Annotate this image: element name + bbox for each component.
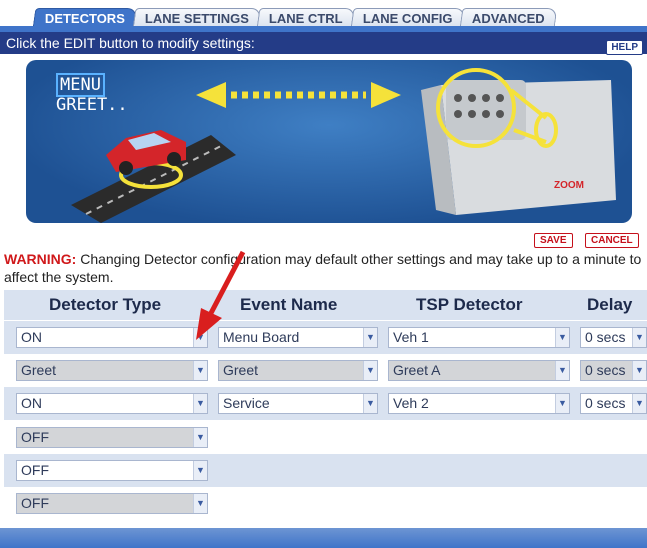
cancel-button[interactable]: CANCEL bbox=[585, 233, 639, 248]
table-row: Greet ▼ Greet ▼ Greet A ▼ 0 secs ▼ bbox=[4, 354, 647, 387]
detector-type-select[interactable]: OFF ▼ bbox=[16, 460, 208, 481]
chevron-down-icon: ▼ bbox=[555, 394, 569, 413]
chevron-down-icon: ▼ bbox=[193, 494, 207, 513]
chevron-down-icon: ▼ bbox=[193, 328, 207, 347]
chevron-down-icon: ▼ bbox=[555, 328, 569, 347]
tsp-detector-select[interactable]: Veh 1 ▼ bbox=[388, 327, 570, 348]
header-detector-type: Detector Type bbox=[49, 295, 162, 314]
header-tsp-detector: TSP Detector bbox=[416, 295, 523, 314]
tab-advanced[interactable]: ADVANCED bbox=[459, 8, 558, 28]
tab-bar: DETECTORS LANE SETTINGS LANE CTRL LANE C… bbox=[32, 6, 558, 28]
table-row: OFF ▼ bbox=[4, 487, 647, 520]
footer-bar bbox=[0, 528, 647, 548]
delay-select[interactable]: 0 secs ▼ bbox=[580, 327, 647, 348]
delay-select[interactable]: 0 secs ▼ bbox=[580, 360, 647, 381]
header-delay: Delay bbox=[587, 295, 633, 314]
tab-detectors[interactable]: DETECTORS bbox=[32, 8, 138, 28]
tab-lane-config[interactable]: LANE CONFIG bbox=[350, 8, 465, 28]
table-row: OFF ▼ bbox=[4, 421, 647, 454]
instruction-text: Click the EDIT button to modify settings… bbox=[0, 32, 647, 54]
menu-display-line1: MENU bbox=[56, 73, 105, 97]
menu-display-line2: GREET.. bbox=[56, 95, 128, 115]
timer-device-icon: ZOOM bbox=[421, 68, 616, 215]
table-row: OFF ▼ bbox=[4, 454, 647, 487]
event-name-select[interactable]: Service ▼ bbox=[218, 393, 378, 414]
chevron-down-icon: ▼ bbox=[632, 394, 646, 413]
detector-type-select[interactable]: OFF ▼ bbox=[16, 493, 208, 514]
tab-lane-settings[interactable]: LANE SETTINGS bbox=[132, 8, 262, 28]
detector-type-select[interactable]: OFF ▼ bbox=[16, 427, 208, 448]
event-name-select[interactable]: Menu Board ▼ bbox=[218, 327, 378, 348]
tsp-detector-select[interactable]: Greet A ▼ bbox=[388, 360, 570, 381]
detectors-page: DETECTORS LANE SETTINGS LANE CTRL LANE C… bbox=[0, 0, 647, 548]
warning-label: WARNING: bbox=[4, 251, 77, 267]
chevron-down-icon: ▼ bbox=[193, 361, 207, 380]
detector-type-select[interactable]: Greet ▼ bbox=[16, 360, 208, 381]
menu-display: MENU GREET.. bbox=[56, 73, 128, 115]
chevron-down-icon: ▼ bbox=[363, 394, 377, 413]
table-row: ON ▼ Menu Board ▼ Veh 1 ▼ 0 secs ▼ bbox=[4, 321, 647, 354]
chevron-down-icon: ▼ bbox=[363, 361, 377, 380]
double-arrow-icon bbox=[196, 82, 401, 108]
table-header: Detector Type Event Name TSP Detector De… bbox=[4, 290, 647, 320]
detector-type-select[interactable]: ON ▼ bbox=[16, 327, 208, 348]
warning-text: Changing Detector configuration may defa… bbox=[4, 251, 642, 285]
save-button[interactable]: SAVE bbox=[534, 233, 573, 248]
detector-type-select[interactable]: ON ▼ bbox=[16, 393, 208, 414]
chevron-down-icon: ▼ bbox=[193, 461, 207, 480]
delay-select[interactable]: 0 secs ▼ bbox=[580, 393, 647, 414]
warning-message: WARNING: Changing Detector configuration… bbox=[4, 250, 647, 286]
event-name-select[interactable]: Greet ▼ bbox=[218, 360, 378, 381]
chevron-down-icon: ▼ bbox=[555, 361, 569, 380]
detector-illustration: ZOOM MENU GREET.. bbox=[26, 60, 632, 223]
tab-lane-ctrl[interactable]: LANE CTRL bbox=[256, 8, 356, 28]
chevron-down-icon: ▼ bbox=[632, 328, 646, 347]
tsp-detector-select[interactable]: Veh 2 ▼ bbox=[388, 393, 570, 414]
help-button[interactable]: HELP bbox=[606, 40, 643, 55]
chevron-down-icon: ▼ bbox=[363, 328, 377, 347]
header-event-name: Event Name bbox=[240, 295, 338, 314]
svg-text:ZOOM: ZOOM bbox=[554, 180, 584, 191]
chevron-down-icon: ▼ bbox=[193, 428, 207, 447]
chevron-down-icon: ▼ bbox=[632, 361, 646, 380]
chevron-down-icon: ▼ bbox=[193, 394, 207, 413]
table-row: ON ▼ Service ▼ Veh 2 ▼ 0 secs ▼ bbox=[4, 387, 647, 420]
